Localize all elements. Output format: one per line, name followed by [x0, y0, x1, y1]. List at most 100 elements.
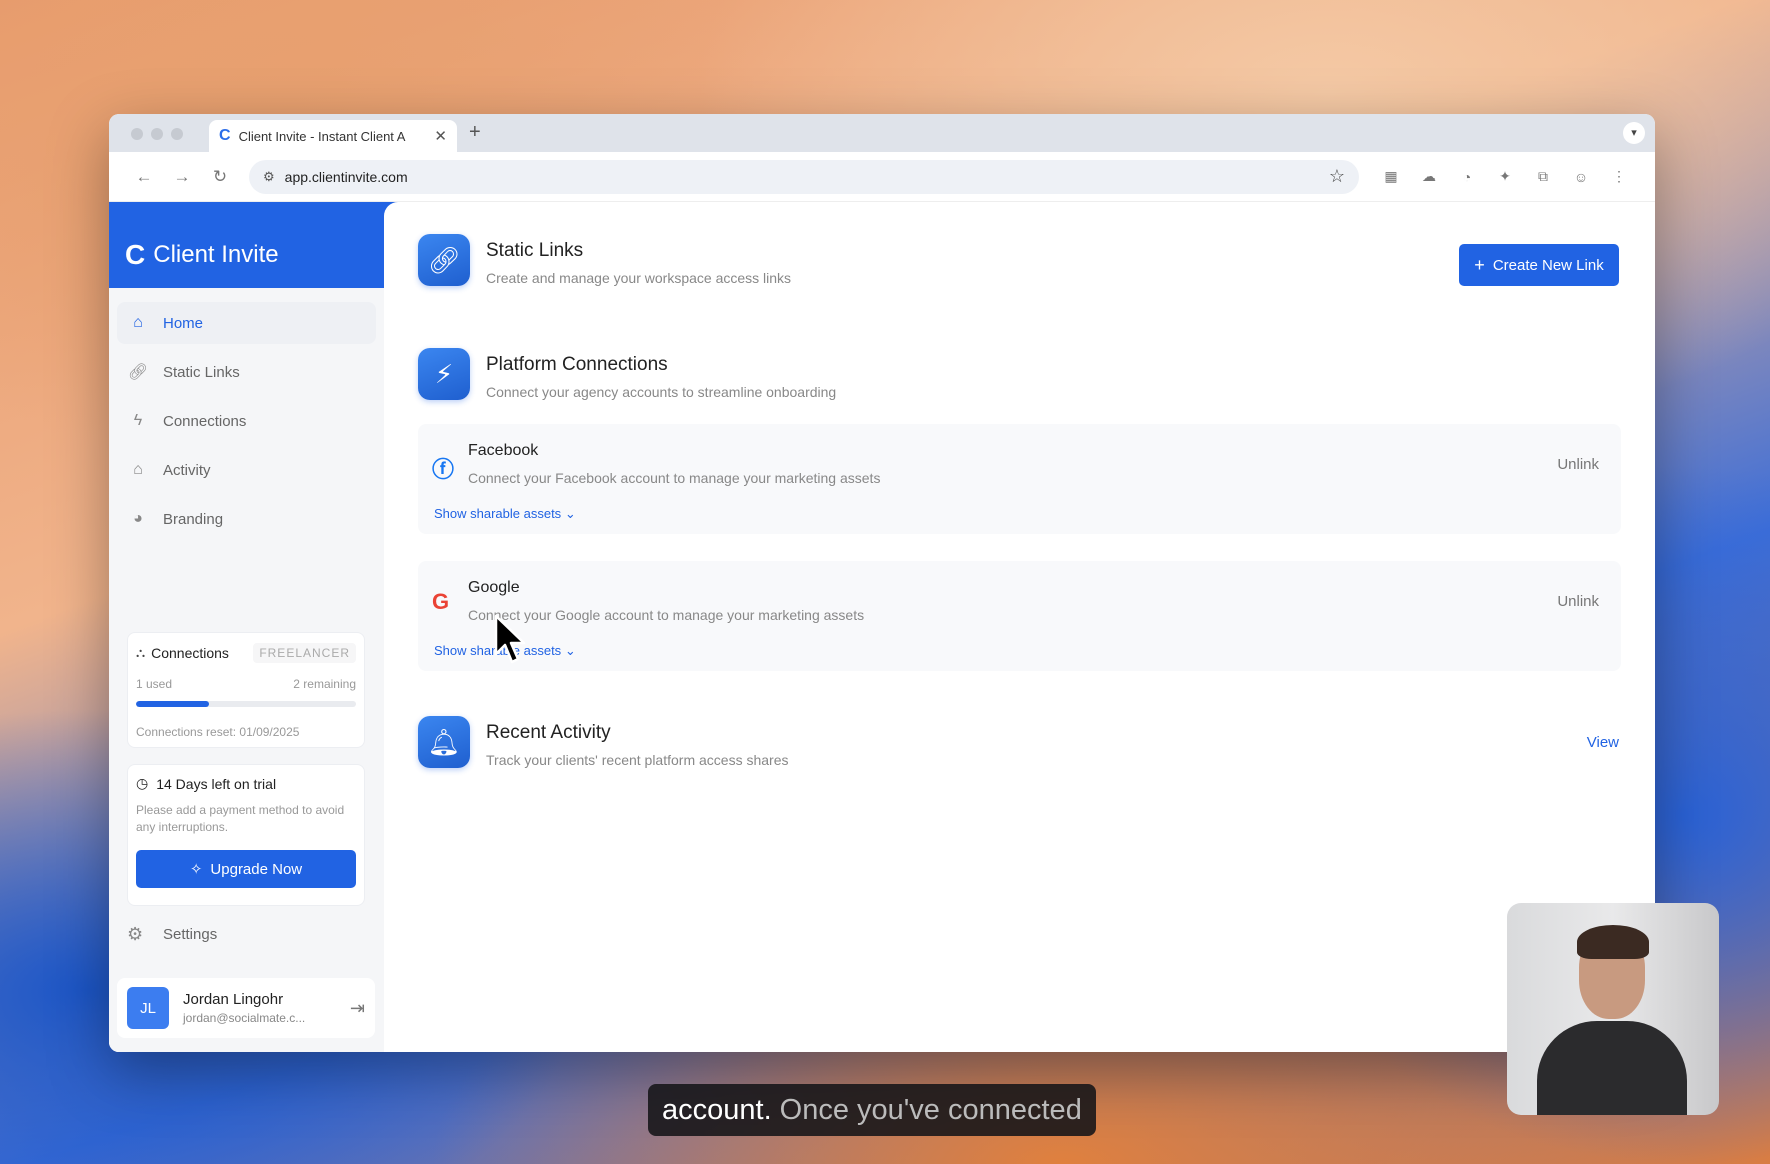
address-bar[interactable]: ⚙ app.clientinvite.com ☆	[249, 159, 1359, 194]
clock-icon: ◷	[136, 775, 149, 791]
usage-progress-fill	[136, 701, 209, 707]
unlink-button[interactable]: Unlink	[1557, 456, 1599, 473]
gear-icon: ⚙	[127, 924, 144, 944]
settings-label: Settings	[163, 926, 218, 943]
close-tab-icon[interactable]: ✕	[434, 127, 447, 145]
avatar: JL	[127, 987, 169, 1029]
extension-icon[interactable]: ▦	[1381, 168, 1401, 185]
sidebar-item-label: Static Links	[163, 363, 240, 381]
trial-card: ◷ 14 Days left on trial Please add a pay…	[127, 764, 365, 906]
new-tab-button[interactable]: +	[469, 121, 481, 144]
extension-icon[interactable]: ☁	[1419, 168, 1439, 185]
bookmark-star-icon[interactable]: ☆	[1329, 166, 1345, 187]
usage-progress-bar	[136, 701, 356, 707]
home-icon: ⌂	[133, 461, 143, 478]
platform-name: Google	[468, 579, 520, 596]
caption-bold: account.	[662, 1093, 772, 1126]
link-icon: 🔗︎	[127, 364, 149, 381]
profile-icon[interactable]: ☺	[1571, 169, 1591, 185]
user-email: jordan@socialmate.c...	[183, 1011, 306, 1025]
caption-rest: Once you've connected	[779, 1093, 1082, 1126]
bell-icon: 🔔︎	[418, 716, 470, 768]
sidebar-item-label: Branding	[163, 510, 224, 528]
view-activity-link[interactable]: View	[1587, 734, 1619, 751]
trial-text: Please add a payment method to avoid any…	[136, 803, 345, 834]
logout-icon[interactable]: ⇥	[350, 998, 365, 1019]
facebook-icon: ⓕ	[432, 457, 455, 482]
webcam-overlay	[1507, 903, 1719, 1115]
brand-name: Client Invite	[153, 241, 279, 268]
extension-icon[interactable]: ✦	[1495, 168, 1515, 185]
platform-desc: Connect your Facebook account to manage …	[468, 470, 881, 486]
puzzle-icon[interactable]: ⧉	[1533, 168, 1553, 185]
section-title: Recent Activity	[486, 722, 611, 743]
sidebar: C Client Invite ⌂ Home 🔗︎ Static Links ϟ…	[109, 222, 384, 1052]
site-settings-icon[interactable]: ⚙	[263, 169, 275, 185]
extension-icon[interactable]: ◔	[1457, 169, 1477, 185]
remaining-count: 2 remaining	[293, 677, 356, 691]
plan-badge: FREELANCER	[253, 643, 356, 663]
home-icon: ⌂	[133, 314, 143, 331]
section-title: Static Links	[486, 240, 584, 261]
app: C Client Invite ⌂ Home 🔗︎ Static Links ϟ…	[109, 202, 1655, 1052]
create-new-link-button[interactable]: + Create New Link	[1459, 244, 1619, 286]
unlink-button[interactable]: Unlink	[1557, 593, 1599, 610]
platform-google: G Google Connect your Google account to …	[418, 561, 1621, 671]
mouse-cursor-icon	[494, 614, 526, 664]
brand-logo[interactable]: C Client Invite	[109, 222, 384, 288]
tab-strip: C Client Invite - Instant Client A ✕ + ▾	[109, 114, 1655, 152]
bolt-icon: ϟ	[133, 412, 143, 429]
platform-facebook: ⓕ Facebook Connect your Facebook account…	[418, 424, 1621, 534]
plug-icon: ⚡︎	[418, 348, 470, 400]
connections-title: Connections	[151, 645, 229, 661]
logo-icon: C	[125, 239, 146, 270]
palette-icon: ◕	[133, 510, 143, 527]
sidebar-item-connections[interactable]: ϟ Connections	[117, 400, 376, 442]
chevron-down-icon[interactable]: ▾	[1623, 122, 1645, 144]
user-profile[interactable]: JL Jordan Lingohr jordan@socialmate.c...…	[117, 978, 375, 1038]
window-controls[interactable]	[131, 128, 183, 140]
sidebar-item-label: Connections	[163, 412, 247, 430]
link-icon: 🔗︎	[418, 234, 470, 286]
subtitle-caption: account. Once you've connected	[648, 1084, 1096, 1136]
network-icon: ⛬	[136, 645, 146, 660]
sidebar-item-settings[interactable]: ⚙ Settings	[127, 924, 217, 945]
extensions: ▦ ☁ ◔ ✦ ⧉ ☺ ⋮	[1381, 168, 1629, 185]
more-menu-icon[interactable]: ⋮	[1609, 168, 1629, 185]
sidebar-item-label: Activity	[163, 461, 211, 479]
webcam-person	[1537, 1021, 1687, 1115]
trial-title: 14 Days left on trial	[156, 775, 277, 792]
sidebar-item-home[interactable]: ⌂ Home	[117, 302, 376, 344]
browser-tab[interactable]: C Client Invite - Instant Client A ✕	[209, 120, 457, 152]
main-content: 🔗︎ Static Links Create and manage your w…	[384, 202, 1655, 1052]
user-name: Jordan Lingohr	[183, 991, 284, 1008]
show-assets-toggle[interactable]: Show sharable assets ⌄	[434, 506, 576, 522]
static-links-section: 🔗︎ Static Links Create and manage your w…	[402, 214, 1637, 320]
section-subtitle: Connect your agency accounts to streamli…	[486, 384, 837, 400]
back-icon[interactable]: ←	[125, 167, 163, 187]
connections-card: ⛬ Connections FREELANCER 1 used 2 remain…	[127, 632, 365, 748]
reset-date: Connections reset: 01/09/2025	[136, 725, 300, 739]
sidebar-item-activity[interactable]: ⌂ Activity	[117, 449, 376, 491]
button-label: Create New Link	[1492, 256, 1604, 274]
upgrade-button[interactable]: ✧ Upgrade Now	[136, 850, 356, 888]
reload-icon[interactable]: ↻	[201, 167, 239, 187]
used-count: 1 used	[136, 677, 173, 691]
section-title: Platform Connections	[486, 354, 668, 375]
sparkle-icon: ✧	[189, 861, 203, 878]
sidebar-item-branding[interactable]: ◕ Branding	[117, 498, 376, 540]
chevron-down-icon: ⌄	[564, 506, 576, 521]
favicon-icon: C	[219, 127, 231, 144]
chevron-down-icon: ⌄	[564, 643, 576, 658]
sidebar-item-static-links[interactable]: 🔗︎ Static Links	[117, 351, 376, 393]
google-icon: G	[432, 589, 450, 614]
browser-window: C Client Invite - Instant Client A ✕ + ▾…	[109, 114, 1655, 1052]
forward-icon[interactable]: →	[163, 167, 201, 187]
section-subtitle: Create and manage your workspace access …	[486, 270, 792, 286]
browser-toolbar: ← → ↻ ⚙ app.clientinvite.com ☆ ▦ ☁ ◔ ✦ ⧉…	[109, 152, 1655, 202]
upgrade-label: Upgrade Now	[210, 860, 303, 878]
show-assets-label: Show sharable assets	[434, 506, 562, 521]
plus-icon: +	[1474, 254, 1485, 275]
recent-activity-section: 🔔︎ Recent Activity Track your clients' r…	[402, 696, 1637, 802]
tab-title: Client Invite - Instant Client A	[238, 128, 406, 144]
